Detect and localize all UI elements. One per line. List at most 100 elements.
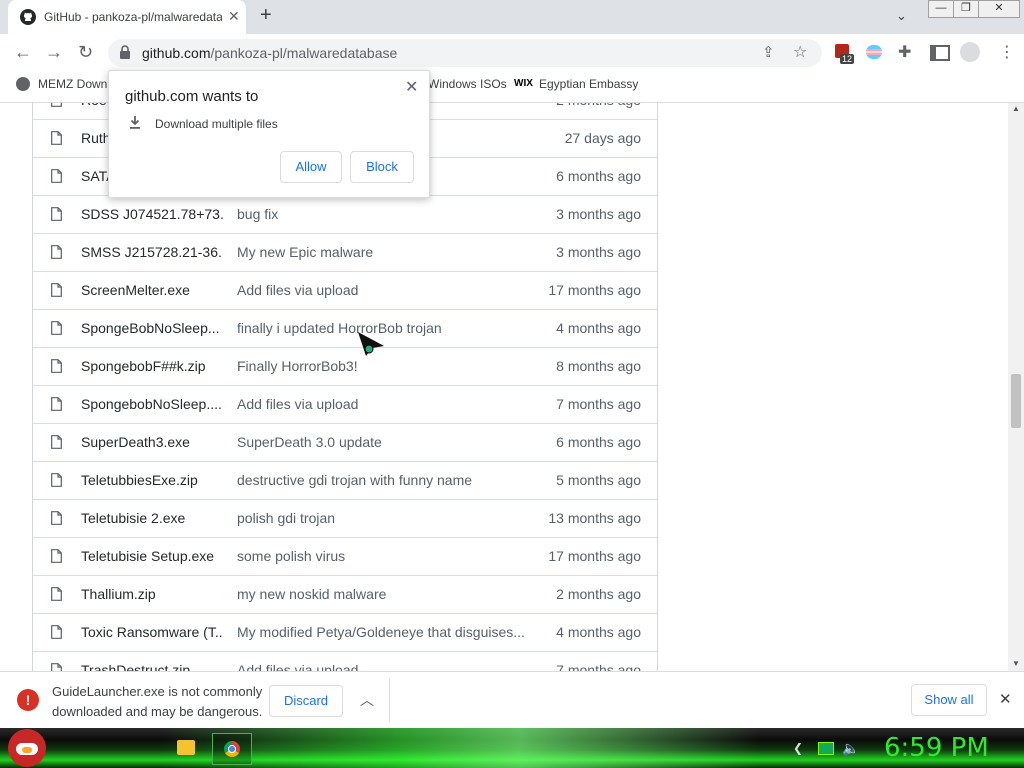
commit-message-link[interactable]: polish gdi trojan: [237, 510, 527, 526]
extensions-puzzle-icon[interactable]: ✚: [898, 42, 911, 62]
show-all-button[interactable]: Show all: [911, 684, 987, 716]
url-text[interactable]: github.com/pankoza-pl/malwaredatabase: [142, 45, 397, 61]
allow-button[interactable]: Allow: [280, 151, 342, 183]
file-icon: [51, 625, 62, 639]
file-name-link[interactable]: SpongebobF##k.zip: [81, 358, 223, 374]
bookmark-egyptian-embassy[interactable]: Egyptian Embassy: [539, 77, 638, 91]
file-row: TeletubbiesExe.zip destructive gdi trojan…: [33, 461, 657, 499]
side-panel-icon[interactable]: [930, 45, 950, 61]
file-row: SpongebobNoSleep.... Add files via upload…: [33, 385, 657, 423]
back-icon[interactable]: ←: [14, 42, 32, 63]
divider: [389, 678, 390, 722]
restore-icon[interactable]: ❐: [953, 0, 979, 18]
file-name-link[interactable]: SDSS J074521.78+73...: [81, 206, 223, 222]
file-icon: [51, 435, 62, 449]
file-row: SDSS J074521.78+73... bug fix 3 months ago: [33, 195, 657, 233]
file-name-link[interactable]: Thallium.zip: [81, 586, 223, 602]
commit-message-link[interactable]: Add files via upload: [237, 282, 527, 298]
commit-date: 3 months ago: [556, 244, 641, 260]
file-icon: [51, 131, 62, 145]
file-name-link[interactable]: TeletubbiesExe.zip: [81, 472, 223, 488]
commit-date: 6 months ago: [556, 434, 641, 450]
file-row: SpongebobF##k.zip Finally HorrorBob3! 8 mo…: [33, 347, 657, 385]
commit-message-link[interactable]: My modified Petya/Goldeneye that disguis…: [237, 624, 527, 640]
chevron-up-icon[interactable]: ︿: [360, 690, 374, 710]
commit-message-link[interactable]: Finally HorrorBob3!: [237, 358, 527, 374]
profile-avatar-icon[interactable]: [960, 42, 980, 62]
chrome-icon: [224, 741, 240, 757]
commit-date: 3 months ago: [556, 206, 641, 222]
file-icon: [51, 321, 62, 335]
commit-message-link[interactable]: some polish virus: [237, 548, 527, 564]
close-download-bar-icon[interactable]: ✕: [999, 690, 1012, 708]
commit-message-link[interactable]: bug fix: [237, 206, 527, 222]
file-name-link[interactable]: TrashDestruct.zip: [81, 662, 223, 671]
commit-message-link[interactable]: destructive gdi trojan with funny name: [237, 472, 527, 488]
share-icon[interactable]: ⇪: [762, 43, 775, 61]
scroll-down-icon[interactable]: ▼: [1012, 659, 1020, 668]
file-name-link[interactable]: SMSS J215728.21-36...: [81, 244, 223, 260]
forward-icon[interactable]: →: [45, 42, 63, 63]
commit-date: 27 days ago: [564, 130, 641, 146]
commit-date: 7 months ago: [556, 396, 641, 412]
network-icon[interactable]: [818, 742, 834, 755]
file-icon: [51, 207, 62, 221]
file-name-link[interactable]: SuperDeath3.exe: [81, 434, 223, 450]
file-row: SMSS J215728.21-36... My new Epic malware…: [33, 233, 657, 271]
mouse-cursor-icon: [358, 332, 384, 356]
lock-icon[interactable]: [119, 45, 131, 59]
popup-title: github.com wants to: [125, 88, 259, 105]
block-button[interactable]: Block: [350, 151, 414, 183]
file-name-link[interactable]: Teletubisie Setup.exe: [81, 548, 223, 564]
file-explorer-icon[interactable]: [177, 740, 195, 755]
commit-message-link[interactable]: Add files via upload: [237, 662, 527, 671]
menu-kebab-icon[interactable]: ⋮: [999, 42, 1015, 62]
tray-chevron-icon[interactable]: ❮: [793, 741, 803, 755]
discard-button[interactable]: Discard: [269, 685, 343, 717]
commit-date: 5 months ago: [556, 472, 641, 488]
commit-date: 4 months ago: [556, 624, 641, 640]
warning-icon: !: [17, 689, 39, 711]
commit-date: 6 months ago: [556, 168, 641, 184]
tab-search-icon[interactable]: ⌄: [896, 8, 907, 24]
minimize-icon[interactable]: —: [928, 0, 954, 18]
start-button-angry-bird-icon[interactable]: [8, 729, 46, 767]
file-row: ScreenMelter.exe Add files via upload 17 m…: [33, 271, 657, 309]
bookmark-star-icon[interactable]: ☆: [793, 42, 807, 62]
file-row: Toxic Ransomware (T... My modified Petya/…: [33, 613, 657, 651]
permission-popup: github.com wants to ✕ Download multiple …: [108, 70, 430, 198]
reload-icon[interactable]: ↻: [78, 42, 93, 63]
download-warning-text: GuideLauncher.exe is not commonly downlo…: [52, 684, 263, 719]
file-icon: [51, 359, 62, 373]
file-name-link[interactable]: SpongeBobNoSleep...: [81, 320, 223, 336]
taskbar-clock[interactable]: 6:59 PM: [884, 733, 989, 763]
commit-message-link[interactable]: SuperDeath 3.0 update: [237, 434, 527, 450]
bookmark-windows-isos[interactable]: Windows ISOs: [428, 77, 507, 91]
commit-message-link[interactable]: My new Epic malware: [237, 244, 527, 260]
file-name-link[interactable]: Teletubisie 2.exe: [81, 510, 223, 526]
bookmark-memz[interactable]: MEMZ Down: [38, 77, 107, 91]
volume-icon[interactable]: 🔈: [842, 740, 859, 757]
scroll-up-icon[interactable]: ▲: [1012, 104, 1020, 113]
file-icon: [51, 587, 62, 601]
commit-date: 4 months ago: [556, 320, 641, 336]
scrollbar-thumb[interactable]: [1011, 374, 1021, 428]
active-tab[interactable]: GitHub - pankoza-pl/malwaredatabase ✕: [8, 0, 246, 34]
commit-date: 13 months ago: [548, 510, 641, 526]
download-icon: [130, 116, 140, 129]
commit-message-link[interactable]: Add files via upload: [237, 396, 527, 412]
file-row: Teletubisie 2.exe polish gdi trojan 13 mon…: [33, 499, 657, 537]
close-window-icon[interactable]: ✕: [978, 0, 1020, 18]
file-name-link[interactable]: ScreenMelter.exe: [81, 282, 223, 298]
popup-close-icon[interactable]: ✕: [405, 77, 418, 97]
file-name-link[interactable]: Toxic Ransomware (T...: [81, 624, 223, 640]
download-bar: ! GuideLauncher.exe is not commonly down…: [0, 671, 1024, 729]
extension-flag-icon[interactable]: [866, 45, 882, 59]
tab-title: GitHub - pankoza-pl/malwaredatabase: [44, 10, 222, 24]
file-name-link[interactable]: SpongebobNoSleep....: [81, 396, 223, 412]
bookmark-globe-icon: [16, 77, 30, 91]
new-tab-icon[interactable]: +: [260, 4, 272, 27]
tab-close-icon[interactable]: ✕: [228, 8, 240, 25]
commit-message-link[interactable]: my new noskid malware: [237, 586, 527, 602]
chrome-taskbar-button[interactable]: [212, 733, 252, 765]
